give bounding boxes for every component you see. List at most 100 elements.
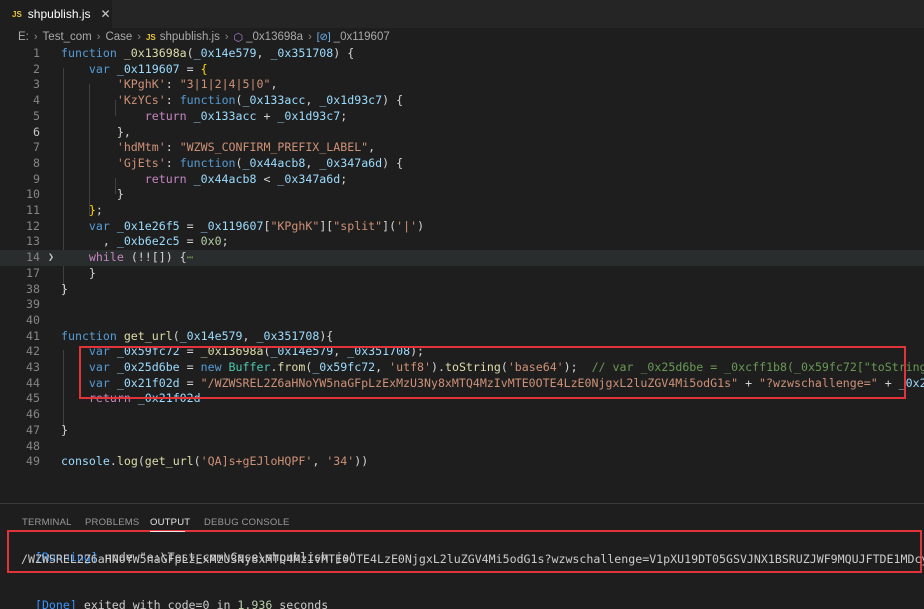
code-token: ; xyxy=(95,203,103,217)
code-line[interactable]: 40 xyxy=(0,313,924,329)
breadcrumb-folder-test-com[interactable]: Test_com xyxy=(43,31,92,43)
code-line[interactable]: 1 function _0x13698a(_0x14e579, _0x351708… xyxy=(0,46,924,62)
code-token: _0x1d93c7 xyxy=(277,108,341,123)
code-token: ⋯ xyxy=(186,250,194,265)
line-number: 8 xyxy=(33,155,40,170)
code-token: _0x351708 xyxy=(256,328,320,343)
line-number: 7 xyxy=(33,140,40,155)
code-line[interactable]: 48 xyxy=(0,439,924,455)
code-text: } xyxy=(61,266,96,282)
code-text: function get_url(_0x14e579, _0x351708){ xyxy=(61,329,333,345)
code-line[interactable]: 46 xyxy=(0,407,924,423)
code-token: ) { xyxy=(333,46,355,60)
breadcrumb-symbol-variable[interactable]: _0x119607 xyxy=(334,31,390,43)
code-line[interactable]: 39 xyxy=(0,297,924,313)
code-line[interactable]: 4 'KzYCs': function(_0x133acc, _0x1d93c7… xyxy=(0,93,924,109)
tab-problems[interactable]: PROBLEMS xyxy=(85,517,139,528)
code-token: function xyxy=(61,46,124,60)
code-line[interactable]: 11 }; xyxy=(0,203,924,219)
code-line[interactable]: 14 ❯ while (!![]) {⋯ xyxy=(0,250,924,266)
code-token: "3|1|2|4|5|0" xyxy=(179,77,271,92)
code-line[interactable]: 12 var _0x1e26f5 = _0x119607["KPghK"]["s… xyxy=(0,219,924,235)
code-token: 'QA]s+gEJloHQPF' xyxy=(200,454,313,469)
code-text: , _0xb6e2c5 = 0x0; xyxy=(61,234,229,250)
code-token: , xyxy=(305,93,320,108)
code-token: _0x14e579 xyxy=(193,46,257,60)
code-token: ( xyxy=(235,93,243,108)
line-number: 46 xyxy=(26,407,40,422)
code-line[interactable]: 5 return _0x133acc + _0x1d93c7; xyxy=(0,109,924,125)
code-token: ){ xyxy=(319,328,334,343)
code-token: ][ xyxy=(319,218,334,233)
breadcrumb-drive[interactable]: E: xyxy=(18,31,29,43)
code-token: _0xb6e2c5 xyxy=(116,234,180,249)
variable-icon: [⊘] xyxy=(316,31,331,43)
code-token: } xyxy=(116,187,124,202)
code-token: get_url xyxy=(144,454,194,469)
line-number: 2 xyxy=(33,61,40,76)
code-line[interactable]: 8 'GjEts': function(_0x44acb8, _0x347a6d… xyxy=(0,156,924,172)
code-line[interactable]: 10 } xyxy=(0,187,924,203)
tab-shpublish[interactable]: JS shpublish.js ✕ xyxy=(0,0,112,28)
code-line[interactable]: 3 'KPghK': "3|1|2|4|5|0", xyxy=(0,77,924,93)
code-text: return _0x133acc + _0x1d93c7; xyxy=(61,109,347,125)
code-token: return xyxy=(144,108,194,123)
close-icon[interactable]: ✕ xyxy=(101,7,111,21)
breadcrumb-file[interactable]: shpublish.js xyxy=(160,31,220,43)
line-number: 12 xyxy=(26,218,40,233)
code-token: ) { xyxy=(382,93,404,108)
fold-chevron-icon[interactable]: ❯ xyxy=(48,250,54,266)
code-line[interactable]: 7 'hdMtm': "WZWS_CONFIRM_PREFIX_LABEL", xyxy=(0,140,924,156)
breadcrumb-folder-case[interactable]: Case xyxy=(105,31,132,43)
code-text: } xyxy=(61,187,124,203)
code-token: 0x0 xyxy=(200,234,222,249)
code-highlight-box xyxy=(79,346,906,399)
code-line[interactable]: 17 } xyxy=(0,266,924,282)
line-number: 44 xyxy=(26,375,40,390)
code-token: get_url xyxy=(123,328,173,343)
tab-terminal[interactable]: TERMINAL xyxy=(22,517,72,528)
code-token: = xyxy=(179,234,201,249)
line-number: 48 xyxy=(26,438,40,453)
code-token: ( xyxy=(172,328,180,343)
done-text: seconds xyxy=(272,598,329,609)
code-line[interactable]: 2 var _0x119607 = { xyxy=(0,62,924,78)
code-line[interactable]: 41 function get_url(_0x14e579, _0x351708)… xyxy=(0,329,924,345)
code-token: "WZWS_CONFIRM_PREFIX_LABEL" xyxy=(179,140,369,155)
done-tag: [Done] xyxy=(34,598,77,609)
chevron-right-icon: › xyxy=(137,31,141,43)
tab-debug-console[interactable]: DEBUG CONSOLE xyxy=(204,517,289,528)
code-line[interactable]: 47} xyxy=(0,423,924,439)
breadcrumb-symbol-function[interactable]: _0x13698a xyxy=(246,31,303,43)
code-token: _0x13698a xyxy=(123,46,187,60)
code-token: , xyxy=(242,328,257,343)
code-line[interactable]: 6 }, xyxy=(0,125,924,141)
code-token: _0x119607 xyxy=(200,218,264,233)
line-number: 6 xyxy=(33,124,40,139)
code-token: }, xyxy=(116,124,131,139)
code-token: function xyxy=(179,155,236,170)
code-token: , xyxy=(368,140,376,155)
js-file-icon: JS xyxy=(145,32,156,42)
code-line[interactable]: 38} xyxy=(0,282,924,298)
code-token: , xyxy=(61,234,117,249)
code-token: log xyxy=(116,454,138,469)
line-number: 17 xyxy=(26,265,40,280)
code-line[interactable]: 13 , _0xb6e2c5 = 0x0; xyxy=(0,234,924,250)
code-text: return _0x44acb8 < _0x347a6d; xyxy=(61,172,347,188)
code-line[interactable]: 9 return _0x44acb8 < _0x347a6d; xyxy=(0,172,924,188)
code-text: 'KzYCs': function(_0x133acc, _0x1d93c7) … xyxy=(61,93,403,109)
code-editor[interactable]: 1 function _0x13698a(_0x14e579, _0x351708… xyxy=(0,46,924,486)
code-token: + xyxy=(256,108,278,123)
code-line[interactable]: 49 console.log(get_url('QA]s+gEJloHQPF', … xyxy=(0,454,924,470)
code-token: 'KPghK' xyxy=(116,77,166,92)
method-icon: ⬡ xyxy=(233,31,244,44)
tab-output[interactable]: OUTPUT xyxy=(150,517,190,528)
